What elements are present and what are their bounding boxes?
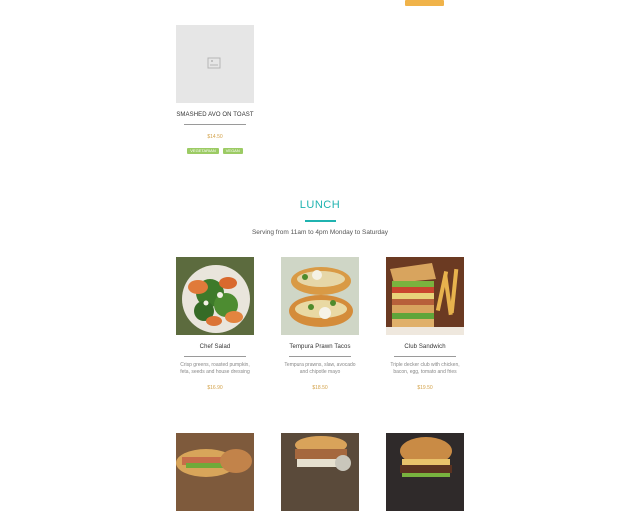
pulled-pork-photo [281, 433, 359, 511]
menu-card-chef-salad: Chef Salad Crisp greens, roasted pumpkin… [176, 257, 254, 391]
menu-card-row2-3 [386, 433, 464, 511]
baguette-photo [176, 433, 254, 511]
tag-vegan: VEGAN [222, 148, 243, 154]
menu-item-description: Crisp greens, roasted pumpkin, feta, see… [180, 362, 250, 375]
title-divider [289, 356, 351, 357]
prawn-tacos-photo [281, 257, 359, 335]
menu-item-description: Triple decker club with chicken, bacon, … [390, 362, 460, 375]
title-divider [184, 356, 246, 357]
burger-photo [386, 433, 464, 511]
menu-card-row2-2 [281, 433, 359, 511]
chef-salad-photo [176, 257, 254, 335]
menu-item-title: Tempura Prawn Tacos [289, 344, 351, 350]
menu-item-price: $18.50 [312, 385, 328, 391]
menu-item-price: $16.90 [207, 385, 223, 391]
section-title-underline [305, 220, 336, 222]
menu-item-title: SMASHED AVO ON TOAST [176, 112, 254, 118]
image-placeholder [176, 25, 254, 103]
tag-vegetarian: VEGETARIAN [187, 148, 219, 154]
section-title-lunch: LUNCH [299, 199, 341, 211]
menu-item-title: Chef Salad [199, 344, 231, 350]
menu-item-price: $19.50 [417, 385, 433, 391]
menu-item-description: Tempura prawns, slaw, avocado and chipot… [284, 362, 356, 375]
menu-item-title: Club Sandwich [404, 344, 446, 350]
menu-item-price: $14.50 [207, 134, 223, 140]
menu-card-row2-1 [176, 433, 254, 511]
title-divider [394, 356, 456, 357]
top-order-button[interactable] [405, 0, 444, 6]
menu-card-smashed-avo: SMASHED AVO ON TOAST $14.50 VEGETARIAN V… [176, 25, 254, 154]
menu-card-prawn-tacos: Tempura Prawn Tacos Tempura prawns, slaw… [281, 257, 359, 391]
image-placeholder-icon [207, 57, 221, 69]
title-divider [184, 124, 246, 125]
menu-card-club-sandwich: Club Sandwich Triple decker club with ch… [386, 257, 464, 391]
club-sandwich-photo [386, 257, 464, 335]
section-subtitle: Serving from 11am to 4pm Monday to Satur… [251, 229, 389, 236]
